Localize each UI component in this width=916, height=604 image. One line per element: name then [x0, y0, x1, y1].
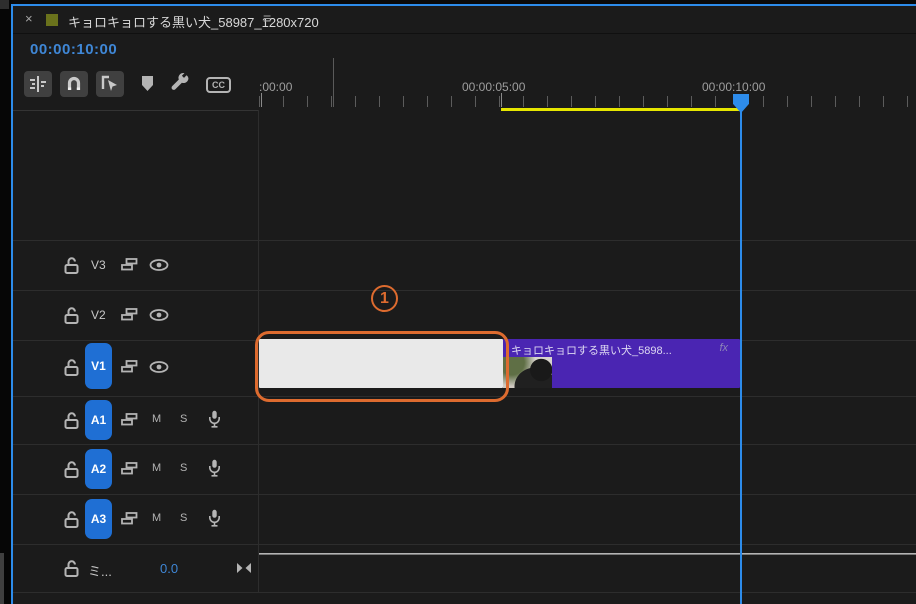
ruler-tick-5s	[501, 93, 502, 107]
master-track-name[interactable]: ミ...	[88, 561, 112, 580]
snap-button[interactable]	[60, 71, 88, 97]
sync-lock-icon[interactable]	[121, 413, 138, 426]
mute-button-a3[interactable]: M	[152, 512, 161, 524]
track-name-v3[interactable]: V3	[91, 258, 106, 272]
tabbar-divider	[13, 33, 916, 34]
track-output-eye-icon[interactable]	[149, 259, 169, 271]
insert-overwrite-nest-button[interactable]	[24, 71, 52, 97]
ruler-tick-0	[261, 93, 262, 107]
lock-icon[interactable]	[64, 307, 79, 324]
lock-icon[interactable]	[64, 461, 79, 478]
row-divider	[13, 240, 916, 241]
lock-icon[interactable]	[64, 257, 79, 274]
playhead-line[interactable]	[740, 104, 742, 604]
row-divider	[13, 494, 916, 495]
sequence-tab-title[interactable]: キョロキョロする黒い犬_58987_1280x720	[68, 12, 319, 31]
clip-label: キョロキョロする黒い犬_5898...	[511, 345, 672, 357]
video-clip[interactable]: キョロキョロする黒い犬_5898... fx	[503, 339, 740, 388]
row-divider	[13, 544, 916, 545]
track-target-a2[interactable]: A2	[85, 449, 112, 489]
fx-badge-icon: fx	[719, 342, 728, 354]
magnet-icon	[66, 76, 82, 92]
linked-selection-icon	[101, 75, 119, 93]
track-name-v2[interactable]: V2	[91, 308, 106, 322]
sync-lock-icon[interactable]	[121, 512, 138, 525]
sync-lock-icon[interactable]	[121, 258, 138, 271]
solo-button-a2[interactable]: S	[180, 462, 187, 474]
solo-button-a1[interactable]: S	[180, 413, 187, 425]
master-gain-rubber-band[interactable]	[259, 553, 916, 555]
track-target-a3[interactable]: A3	[85, 499, 112, 539]
lock-icon[interactable]	[64, 412, 79, 429]
tab-close-icon[interactable]: ×	[25, 11, 33, 26]
timeline-panel: × キョロキョロする黒い犬_58987_1280x720 ≡ 00:00:10:…	[0, 0, 916, 604]
track-output-eye-icon[interactable]	[149, 309, 169, 321]
solo-button-a3[interactable]: S	[180, 512, 187, 524]
row-divider	[13, 444, 916, 445]
lock-icon[interactable]	[64, 560, 79, 577]
panel-focus-border-top	[11, 4, 916, 6]
track-target-a1[interactable]: A1	[85, 400, 112, 440]
playhead-timecode[interactable]: 00:00:10:00	[30, 41, 117, 58]
voiceover-mic-icon[interactable]	[208, 410, 221, 428]
track-target-v1[interactable]: V1	[85, 343, 112, 389]
annotation-number-1: 1	[371, 285, 398, 312]
add-marker-icon[interactable]	[140, 75, 155, 92]
row-divider	[13, 592, 916, 593]
ruler-label-10s: 00:00:10:00	[702, 80, 766, 94]
row-divider	[13, 290, 916, 291]
captions-cc-icon[interactable]: CC	[206, 77, 231, 93]
ruler-divider-line	[333, 58, 334, 107]
mute-button-a1[interactable]: M	[152, 413, 161, 425]
track-output-eye-icon[interactable]	[149, 361, 169, 373]
nest-sequence-icon	[29, 75, 47, 93]
ruler-label-5s: 00:00:05:00	[462, 80, 526, 94]
voiceover-mic-icon[interactable]	[208, 509, 221, 527]
gutter-notch	[0, 0, 9, 9]
lock-icon[interactable]	[64, 359, 79, 376]
sequence-color-swatch	[46, 14, 58, 26]
toolbar-divider	[13, 110, 258, 111]
adjacent-scrollbar[interactable]	[0, 553, 4, 604]
sync-lock-icon[interactable]	[121, 308, 138, 321]
voiceover-mic-icon[interactable]	[208, 459, 221, 477]
keyframe-nav-icon[interactable]	[236, 562, 252, 574]
panel-menu-icon[interactable]: ≡	[263, 10, 271, 26]
annotation-highlight-box	[255, 331, 509, 402]
ruler-label-0: :00:00	[259, 80, 293, 94]
lock-icon[interactable]	[64, 511, 79, 528]
left-gutter	[0, 0, 11, 604]
master-gain-value[interactable]: 0.0	[160, 561, 178, 576]
sync-lock-icon[interactable]	[121, 360, 138, 373]
work-area-bar[interactable]	[501, 108, 741, 111]
mute-button-a2[interactable]: M	[152, 462, 161, 474]
clip-thumbnail	[503, 357, 552, 388]
timeline-settings-wrench-icon[interactable]	[170, 72, 191, 93]
timeline-ruler[interactable]	[259, 96, 916, 107]
panel-focus-border	[11, 4, 13, 604]
sync-lock-icon[interactable]	[121, 462, 138, 475]
linked-selection-button[interactable]	[96, 71, 124, 97]
